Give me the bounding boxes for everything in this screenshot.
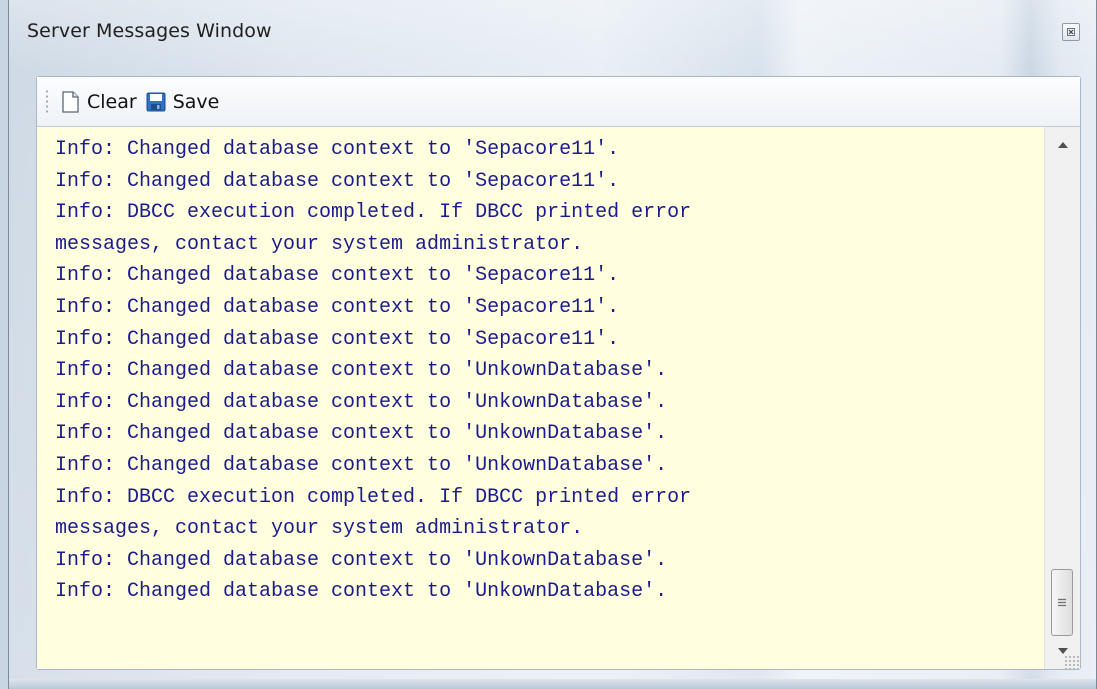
message-line: messages, contact your system administra…	[55, 232, 584, 256]
message-line: Info: Changed database context to 'Sepac…	[55, 264, 620, 288]
vertical-scrollbar[interactable]	[1044, 127, 1080, 669]
window-title: Server Messages Window	[27, 20, 272, 42]
toolbar-grip[interactable]	[45, 88, 49, 115]
save-button[interactable]: Save	[141, 86, 224, 118]
message-line: Info: DBCC execution completed. If DBCC …	[55, 201, 692, 225]
scroll-thumb[interactable]	[1051, 569, 1073, 636]
clear-button[interactable]: Clear	[55, 86, 141, 118]
message-line: Info: Changed database context to 'Unkow…	[55, 453, 668, 477]
message-line: messages, contact your system administra…	[55, 517, 584, 541]
message-line: Info: Changed database context to 'Sepac…	[55, 169, 620, 193]
message-line: Info: Changed database context to 'Unkow…	[55, 359, 668, 383]
message-line: Info: Changed database context to 'Unkow…	[55, 422, 668, 446]
chevron-down-icon	[1057, 648, 1068, 654]
clear-button-label: Clear	[87, 90, 137, 113]
server-messages-window: Server Messages Window Clear Save Info: …	[8, 0, 1097, 689]
chevron-up-icon	[1057, 142, 1068, 148]
close-icon	[1067, 28, 1075, 36]
messages-panel: Clear Save Info: Changed database contex…	[36, 76, 1081, 670]
save-button-label: Save	[172, 90, 220, 113]
resize-grip[interactable]	[1064, 655, 1080, 669]
close-button[interactable]	[1062, 23, 1080, 41]
scroll-up-button[interactable]	[1045, 127, 1080, 163]
title-bar: Server Messages Window	[9, 0, 1096, 66]
message-line: Info: Changed database context to 'Unkow…	[55, 548, 668, 572]
message-line: Info: Changed database context to 'Sepac…	[55, 138, 620, 161]
messages-text-area[interactable]: Info: Changed database context to 'Sepac…	[37, 127, 1044, 669]
message-line: Info: DBCC execution completed. If DBCC …	[55, 485, 692, 509]
floppy-disk-icon	[146, 92, 166, 111]
message-line: Info: Changed database context to 'Unkow…	[55, 390, 668, 414]
toolbar: Clear Save	[37, 77, 1080, 127]
message-line: Info: Changed database context to 'Sepac…	[55, 327, 620, 351]
grip-lines-icon	[1058, 598, 1066, 607]
window-bottom-border	[9, 679, 1096, 689]
new-document-icon	[62, 90, 79, 113]
message-line: Info: Changed database context to 'Unkow…	[55, 580, 668, 604]
message-line: Info: Changed database context to 'Sepac…	[55, 295, 620, 319]
